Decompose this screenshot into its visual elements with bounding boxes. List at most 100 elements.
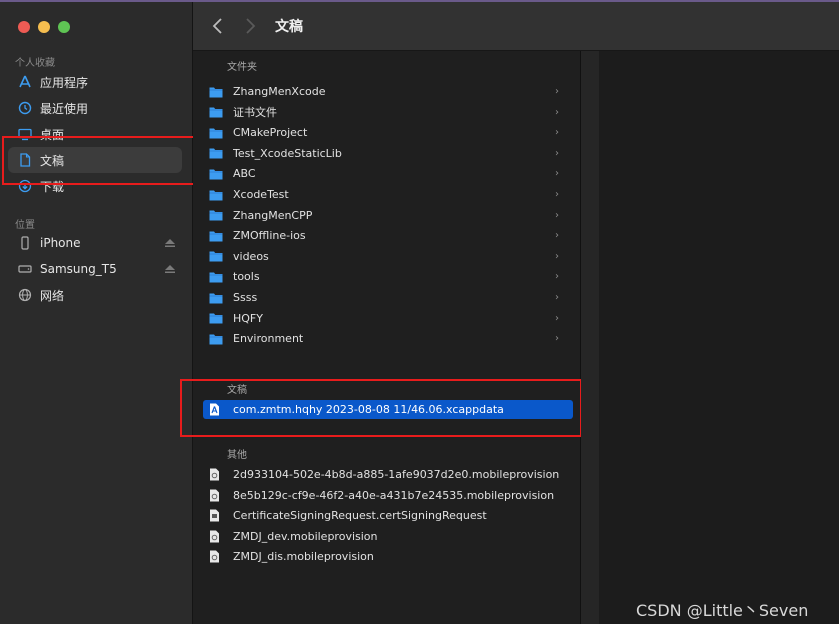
provision-file-icon	[209, 550, 223, 563]
sidebar-item-label: 下载	[40, 179, 65, 194]
folder-row[interactable]: ZhangMenCPP ›	[203, 206, 573, 225]
folder-icon	[209, 85, 223, 98]
sidebar-item-network[interactable]: 网络	[8, 282, 182, 308]
sidebar-item-iphone[interactable]: iPhone	[8, 230, 182, 256]
sidebar-item-desktop[interactable]: 桌面	[8, 121, 182, 147]
folder-row[interactable]: Ssss ›	[203, 288, 573, 307]
file-row[interactable]: 2d933104-502e-4b8d-a885-1afe9037d2e0.mob…	[203, 465, 573, 484]
sidebar-item-label: 应用程序	[40, 75, 89, 90]
chevron-right-icon: ›	[555, 271, 559, 283]
chevron-right-icon: ›	[555, 168, 559, 180]
folder-icon	[209, 229, 223, 242]
chevron-right-icon: ›	[555, 333, 559, 345]
window-title: 文稿	[275, 19, 303, 35]
folder-icon	[209, 147, 223, 160]
folder-icon	[209, 291, 223, 304]
column-separator	[581, 51, 599, 624]
folder-row[interactable]: XcodeTest ›	[203, 185, 573, 204]
file-row[interactable]: ZMDJ_dev.mobileprovision	[203, 527, 573, 546]
file-name: ZMDJ_dis.mobileprovision	[233, 550, 374, 564]
folder-icon	[209, 209, 223, 222]
chevron-right-icon: ›	[555, 230, 559, 242]
folder-name: ZhangMenCPP	[233, 208, 313, 222]
folder-name: Ssss	[233, 291, 258, 304]
sidebar-item-recents[interactable]: 最近使用	[8, 95, 182, 121]
minimize-button[interactable]	[38, 21, 50, 33]
file-name: ZMDJ_dev.mobileprovision	[233, 529, 378, 543]
folder-icon	[209, 188, 223, 201]
desktop-icon	[18, 127, 32, 141]
file-row[interactable]: CertificateSigningRequest.certSigningReq…	[203, 506, 573, 525]
network-icon	[18, 288, 32, 302]
sidebar-item-label: 网络	[40, 288, 65, 303]
folder-name: ZMOffline-ios	[233, 229, 306, 243]
file-row[interactable]: ZMDJ_dis.mobileprovision	[203, 547, 573, 566]
chevron-right-icon: ›	[555, 127, 559, 139]
close-button[interactable]	[18, 21, 30, 33]
sidebar-section-favorites: 个人收藏	[15, 58, 55, 69]
sidebar-item-label: 最近使用	[40, 101, 89, 116]
back-icon[interactable]	[211, 17, 225, 35]
folder-row[interactable]: tools ›	[203, 267, 573, 286]
folder-icon	[209, 167, 223, 180]
folder-name: 证书文件	[233, 106, 277, 120]
group-header-other: 其他	[227, 450, 247, 461]
folder-name: ZhangMenXcode	[233, 85, 326, 98]
file-name: 2d933104-502e-4b8d-a885-1afe9037d2e0.mob…	[233, 468, 560, 481]
file-row[interactable]: 8e5b129c-cf9e-46f2-a40e-a431b7e24535.mob…	[203, 486, 573, 505]
folder-name: ABC	[233, 167, 256, 181]
folder-row[interactable]: videos ›	[203, 247, 573, 266]
folder-row[interactable]: CMakeProject ›	[203, 123, 573, 142]
file-column: 文件夹 ZhangMenXcode › 证书文件 › CMakeProject › Test…	[193, 51, 581, 624]
forward-icon[interactable]	[243, 17, 257, 35]
sidebar-item-label: 文稿	[40, 153, 65, 168]
document-icon	[18, 153, 32, 167]
drive-icon	[18, 262, 32, 276]
folder-icon	[209, 250, 223, 263]
sidebar-item-label: 桌面	[40, 127, 65, 142]
sidebar-item-applications[interactable]: 应用程序	[8, 69, 182, 95]
folder-name: Environment	[233, 332, 304, 346]
file-name: 8e5b129c-cf9e-46f2-a40e-a431b7e24535.mob…	[233, 488, 555, 502]
folder-name: HQFY	[233, 311, 263, 325]
chevron-right-icon: ›	[555, 209, 559, 221]
file-name: CertificateSigningRequest.certSigningReq…	[233, 509, 487, 523]
folder-row[interactable]: 证书文件 ›	[203, 103, 573, 122]
chevron-right-icon: ›	[555, 86, 559, 97]
folder-name: XcodeTest	[233, 188, 289, 201]
file-name: com.zmtm.hqhy 2023-08-08 11/46.06.xcappd…	[233, 403, 504, 416]
folder-row[interactable]: Environment ›	[203, 329, 573, 348]
folder-name: CMakeProject	[233, 126, 308, 140]
chevron-right-icon: ›	[555, 106, 559, 118]
folder-icon	[209, 332, 223, 345]
folder-row[interactable]: ZhangMenXcode ›	[203, 82, 573, 101]
folder-icon	[209, 106, 223, 119]
sidebar-item-label: Samsung_T5	[40, 262, 117, 276]
sidebar-item-downloads[interactable]: 下载	[8, 173, 182, 199]
chevron-right-icon: ›	[555, 292, 559, 303]
group-header-folders: 文件夹	[227, 62, 257, 73]
chevron-right-icon: ›	[555, 250, 559, 262]
certificate-request-icon	[209, 509, 223, 522]
folder-name: videos	[233, 249, 269, 263]
eject-icon[interactable]	[164, 238, 176, 248]
provision-file-icon	[209, 468, 223, 481]
folder-name: Test_XcodeStaticLib	[233, 146, 342, 160]
iphone-icon	[18, 236, 32, 250]
sidebar-item-documents[interactable]: 文稿	[8, 147, 182, 173]
folder-row[interactable]: ABC ›	[203, 164, 573, 183]
window-controls	[18, 21, 70, 33]
folder-row[interactable]: Test_XcodeStaticLib ›	[203, 144, 573, 163]
eject-icon[interactable]	[164, 264, 176, 274]
zoom-button[interactable]	[58, 21, 70, 33]
folder-row[interactable]: ZMOffline-ios ›	[203, 226, 573, 245]
file-row-xcappdata[interactable]: com.zmtm.hqhy 2023-08-08 11/46.06.xcappd…	[203, 400, 573, 419]
recents-icon	[18, 101, 32, 115]
preview-column	[599, 51, 839, 624]
sidebar-item-label: iPhone	[40, 236, 81, 250]
sidebar: 个人收藏 应用程序 最近使用 桌面 文稿 下载 位置 iPhone Samsun…	[0, 2, 193, 624]
folder-row[interactable]: HQFY ›	[203, 309, 573, 328]
sidebar-item-samsung-t5[interactable]: Samsung_T5	[8, 256, 182, 282]
applications-icon	[18, 75, 32, 89]
group-header-documents: 文稿	[227, 385, 247, 396]
